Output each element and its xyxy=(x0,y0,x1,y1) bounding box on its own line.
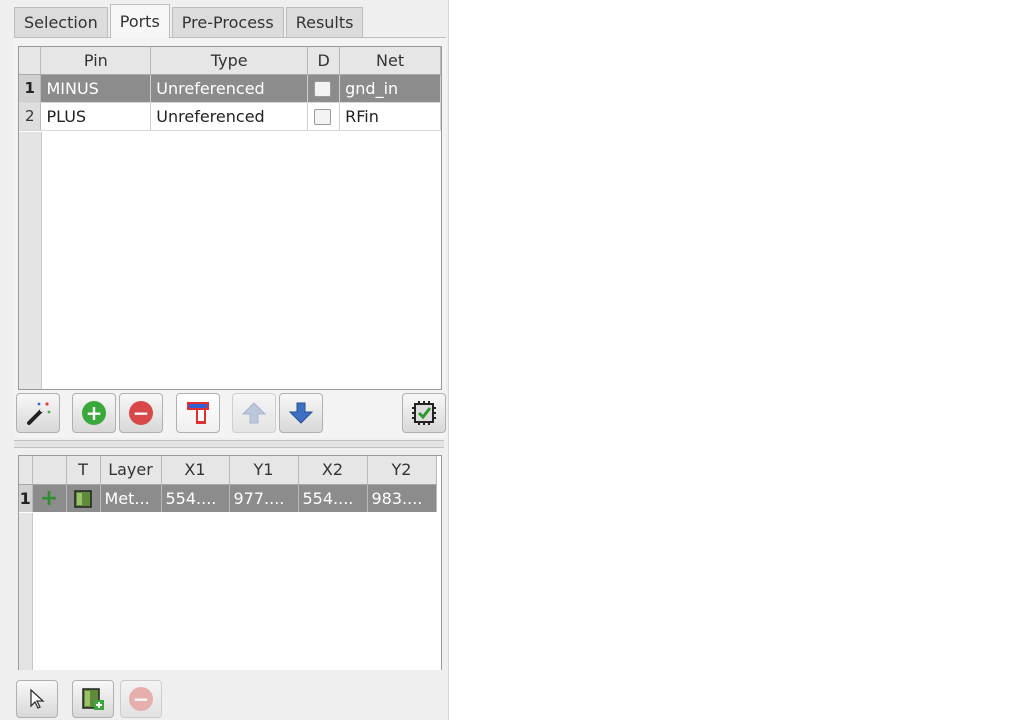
remove-shape-icon: − xyxy=(129,687,153,711)
column-header-blank[interactable] xyxy=(32,456,67,485)
column-header-y1[interactable]: Y1 xyxy=(229,456,299,485)
tab-results[interactable]: Results xyxy=(285,7,364,38)
shapes-toolbar: − xyxy=(0,670,448,720)
magic-wand-icon xyxy=(27,402,51,425)
tab-ports[interactable]: Ports xyxy=(109,4,170,38)
d-checkbox[interactable] xyxy=(314,109,332,125)
y2-cell[interactable]: 983.... xyxy=(367,484,437,512)
ports-table[interactable]: Pin Type D Net 1 MINUS Unreferenced gnd_… xyxy=(18,46,442,390)
row-header-gutter xyxy=(19,513,33,671)
y1-cell[interactable]: 977.... xyxy=(229,484,299,512)
d-cell xyxy=(307,102,341,131)
column-header-type[interactable]: Type xyxy=(150,47,309,75)
validate-button[interactable] xyxy=(402,393,446,433)
column-header-pin[interactable]: Pin xyxy=(40,47,152,75)
layer-cell[interactable]: Met... xyxy=(100,484,162,512)
row-header-gutter xyxy=(19,132,42,389)
x2-cell[interactable]: 554.... xyxy=(298,484,368,512)
d-cell xyxy=(307,74,341,103)
add-port-button[interactable]: + xyxy=(72,393,116,433)
x1-cell[interactable]: 554.... xyxy=(161,484,230,512)
select-pointer-icon xyxy=(30,688,45,709)
table-row[interactable]: 1 + Met... 554.... 977.... 554.... 983..… xyxy=(19,484,437,512)
add-shape-icon xyxy=(82,688,104,710)
move-down-icon xyxy=(288,402,314,424)
d-checkbox[interactable] xyxy=(314,81,332,97)
add-shape-button[interactable] xyxy=(72,680,114,718)
tab-bar: Selection Ports Pre-Process Results xyxy=(14,4,365,38)
table-row[interactable]: 2 PLUS Unreferenced RFin xyxy=(19,102,441,131)
add-port-icon: + xyxy=(82,401,106,425)
shapes-header-row: T Layer X1 Y1 X2 Y2 xyxy=(19,456,437,485)
splitter-handle[interactable] xyxy=(14,440,444,448)
corner-header[interactable] xyxy=(19,456,33,485)
type-cell[interactable] xyxy=(66,484,101,512)
column-header-x2[interactable]: X2 xyxy=(298,456,368,485)
type-cell[interactable]: Unreferenced xyxy=(150,102,309,131)
remove-port-icon: − xyxy=(129,401,153,425)
add-cell[interactable]: + xyxy=(32,484,67,512)
move-down-button[interactable] xyxy=(279,393,323,433)
column-header-t[interactable]: T xyxy=(66,456,101,485)
tab-selection[interactable]: Selection xyxy=(14,7,108,38)
column-header-y2[interactable]: Y2 xyxy=(367,456,437,485)
shapes-grid: T Layer X1 Y1 X2 Y2 1 + Met... 554.... 9… xyxy=(19,456,437,512)
remove-port-button[interactable]: − xyxy=(119,393,163,433)
ports-grid: Pin Type D Net 1 MINUS Unreferenced gnd_… xyxy=(19,47,441,131)
row-number[interactable]: 2 xyxy=(19,102,42,131)
table-row[interactable]: 1 MINUS Unreferenced gnd_in xyxy=(19,74,441,103)
net-cell[interactable]: gnd_in xyxy=(339,74,441,103)
type-cell[interactable]: Unreferenced xyxy=(150,74,309,103)
column-header-layer[interactable]: Layer xyxy=(100,456,162,485)
column-header-x1[interactable]: X1 xyxy=(161,456,230,485)
port-edit-icon xyxy=(187,402,209,424)
ports-panel: Selection Ports Pre-Process Results Pin … xyxy=(0,0,449,720)
move-up-icon xyxy=(241,402,267,424)
port-edit-button[interactable] xyxy=(176,393,220,433)
move-up-button[interactable] xyxy=(232,393,276,433)
remove-shape-button[interactable]: − xyxy=(120,680,162,718)
corner-header[interactable] xyxy=(19,47,42,75)
row-number[interactable]: 1 xyxy=(19,74,42,103)
pin-cell[interactable]: PLUS xyxy=(40,102,152,131)
net-cell[interactable]: RFin xyxy=(339,102,441,131)
pin-cell[interactable]: MINUS xyxy=(40,74,152,103)
validate-icon xyxy=(412,401,436,425)
column-header-net[interactable]: Net xyxy=(339,47,441,75)
layer-color-icon xyxy=(74,489,92,508)
tab-pre-process[interactable]: Pre-Process xyxy=(171,7,284,38)
column-header-d[interactable]: D xyxy=(307,47,341,75)
ports-header-row: Pin Type D Net xyxy=(19,47,441,75)
select-pointer-button[interactable] xyxy=(16,680,58,718)
shapes-table[interactable]: T Layer X1 Y1 X2 Y2 1 + Met... 554.... 9… xyxy=(18,455,442,672)
plus-icon: + xyxy=(39,485,59,511)
row-number[interactable]: 1 xyxy=(19,484,33,512)
auto-port-button[interactable] xyxy=(16,393,60,433)
